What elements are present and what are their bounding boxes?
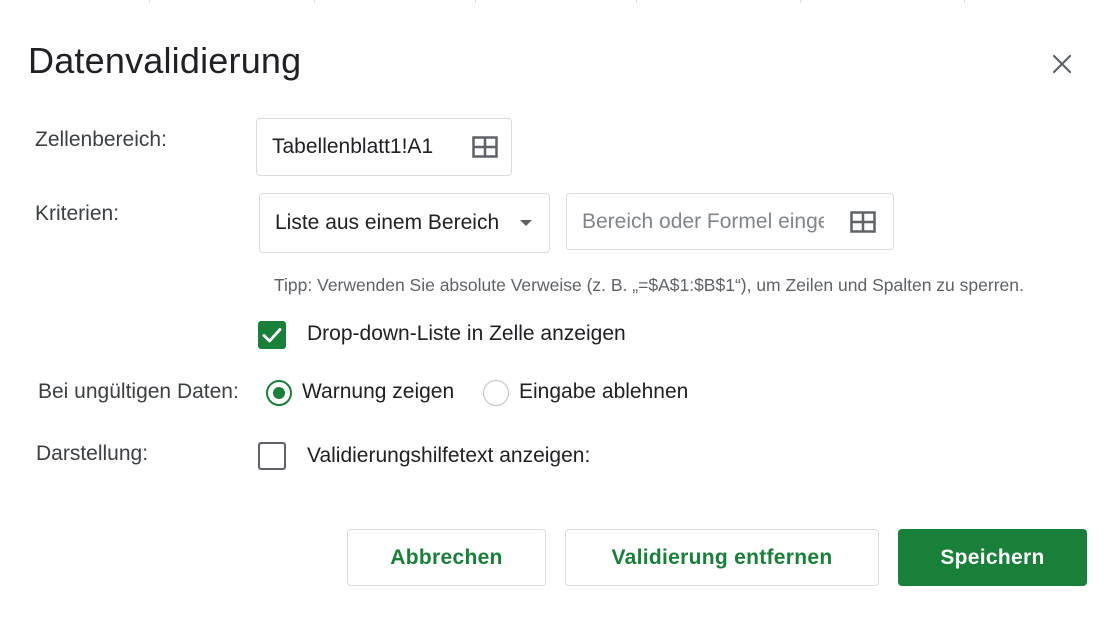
save-button[interactable]: Speichern — [898, 529, 1087, 586]
cell-range-value: Tabellenblatt1!A1 — [272, 135, 434, 158]
grid-icon — [472, 136, 498, 158]
reject-input-radio-label[interactable]: Eingabe ablehnen — [519, 380, 688, 404]
invalid-data-label: Bei ungültigen Daten: — [38, 380, 239, 403]
checkmark-icon — [262, 328, 282, 343]
help-text-label[interactable]: Validierungshilfetext anzeigen: — [307, 444, 590, 468]
help-text-checkbox[interactable] — [258, 442, 286, 470]
absolute-reference-tip: Tipp: Verwenden Sie absolute Verweise (z… — [274, 275, 1024, 295]
dropdown-arrow-icon — [520, 220, 532, 226]
close-button[interactable] — [1043, 45, 1081, 83]
cell-range-field[interactable]: Tabellenblatt1!A1 — [256, 118, 512, 176]
criteria-selected-value: Liste aus einem Bereich — [275, 211, 500, 234]
cell-range-label: Zellenbereich: — [35, 128, 167, 151]
show-dropdown-label[interactable]: Drop-down-Liste in Zelle anzeigen — [307, 322, 626, 346]
criteria-label: Kriterien: — [35, 202, 120, 225]
criteria-dropdown[interactable]: Liste aus einem Bereich — [259, 193, 550, 253]
close-icon — [1052, 54, 1072, 74]
dialog-title: Datenvalidierung — [28, 40, 302, 81]
warning-radio-label[interactable]: Warnung zeigen — [302, 380, 454, 404]
radio-selected-dot — [273, 387, 285, 399]
remove-validation-button[interactable]: Validierung entfernen — [565, 529, 879, 586]
cancel-button[interactable]: Abbrechen — [347, 529, 546, 586]
range-formula-field — [566, 193, 894, 250]
background-sheet-gridlines — [0, 0, 1104, 3]
show-dropdown-checkbox[interactable] — [258, 321, 286, 349]
select-range-button[interactable] — [465, 127, 505, 167]
select-data-range-button[interactable] — [843, 202, 883, 242]
appearance-label: Darstellung: — [36, 442, 149, 465]
grid-icon — [850, 210, 876, 233]
reject-input-radio[interactable] — [483, 380, 509, 406]
warning-radio[interactable] — [266, 380, 292, 406]
range-formula-input[interactable] — [582, 209, 824, 234]
